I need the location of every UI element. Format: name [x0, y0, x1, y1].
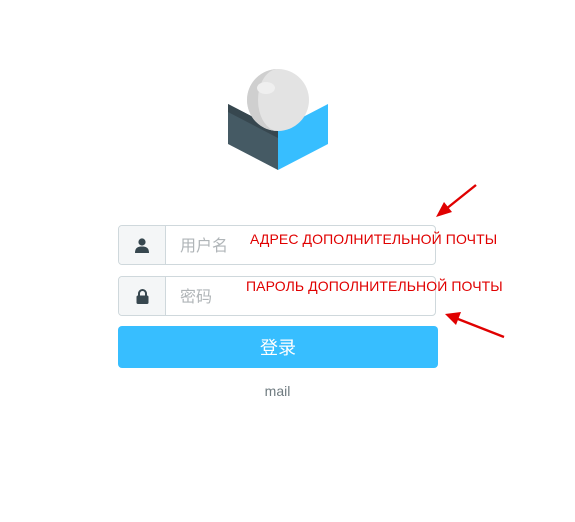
user-icon: [135, 237, 149, 253]
username-addon: [119, 226, 166, 264]
arrow-to-username: [436, 184, 477, 217]
footer-text: mail: [264, 383, 291, 399]
roundcube-logo: [228, 69, 328, 170]
username-annotation: АДРЕС ДОПОЛНИТЕЛЬНОЙ ПОЧТЫ: [250, 231, 498, 247]
lock-icon: [136, 288, 148, 304]
password-addon: [119, 277, 166, 315]
login-page: 登录 mail АДРЕС ДОПОЛНИТЕЛЬНОЙ ПОЧТЫ ПАРОЛ…: [0, 0, 575, 522]
arrow-to-password: [445, 312, 505, 339]
password-annotation: ПАРОЛЬ ДОПОЛНИТЕЛЬНОЙ ПОЧТЫ: [246, 278, 503, 294]
login-button[interactable]: 登录: [118, 326, 438, 368]
